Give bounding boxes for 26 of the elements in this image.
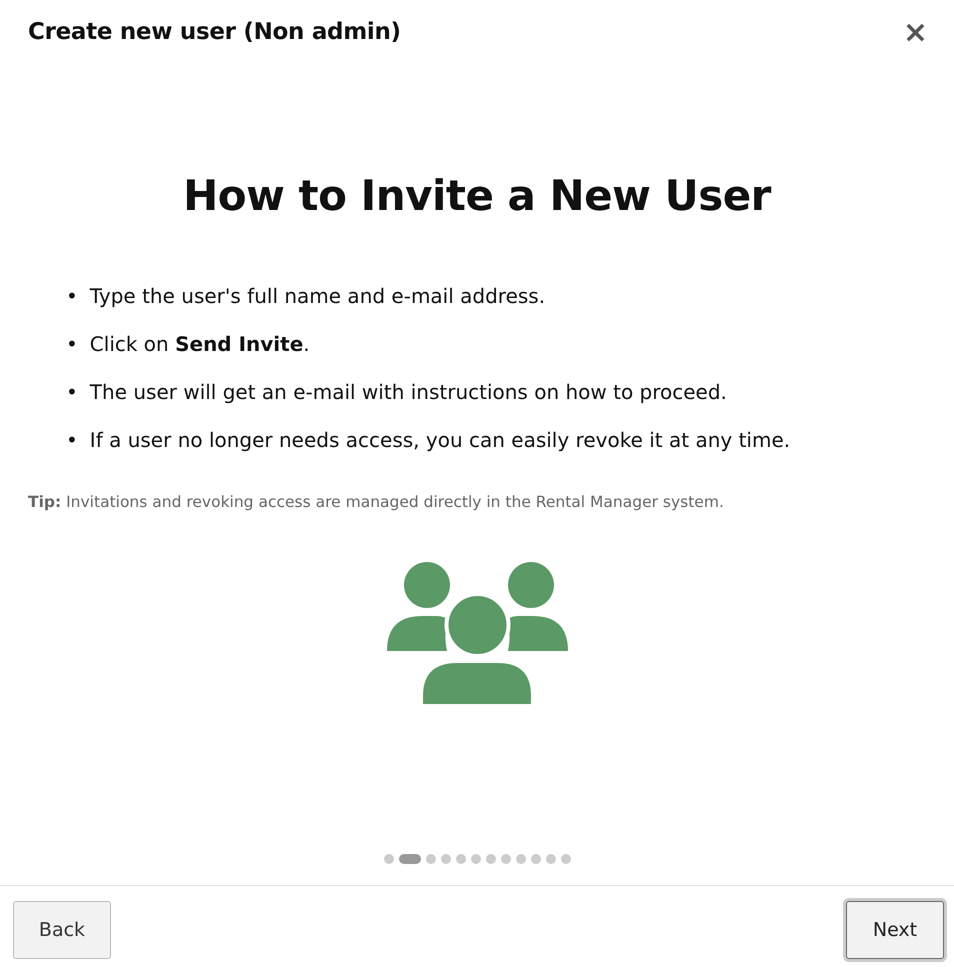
step-text: Type the user's full name and e-mail address. xyxy=(90,283,546,310)
page-dot[interactable] xyxy=(456,854,466,864)
next-button[interactable]: Next xyxy=(846,901,944,959)
page-dot[interactable] xyxy=(530,854,540,864)
back-button[interactable]: Back xyxy=(13,901,111,959)
step-text: Click on Send Invite. xyxy=(90,331,310,358)
bullet: • xyxy=(66,427,78,454)
users-icon xyxy=(386,560,568,706)
tip-text: Tip: Invitations and revoking access are managed directly in the Rental Manager system. xyxy=(27,492,725,514)
heading: How to Invite a New User xyxy=(182,171,772,222)
page-dot[interactable] xyxy=(500,854,510,864)
page-dot[interactable] xyxy=(546,854,556,864)
page-dot[interactable] xyxy=(426,854,436,864)
page-dot[interactable] xyxy=(516,854,526,864)
page-dot[interactable] xyxy=(486,854,496,864)
dialog-title: Create new user (Non admin) xyxy=(28,19,401,47)
bullet: • xyxy=(66,379,78,406)
bullet: • xyxy=(66,331,78,358)
close-button[interactable]: × xyxy=(896,18,934,48)
page-dot[interactable] xyxy=(384,854,394,864)
page-dot[interactable] xyxy=(560,854,570,864)
step-text: The user will get an e-mail with instructions on how to proceed. xyxy=(90,379,727,406)
step-text: If a user no longer needs access, you can easily revoke it at any time. xyxy=(90,427,790,454)
page-dot[interactable] xyxy=(470,854,480,864)
bullet: • xyxy=(66,283,78,310)
page-dot[interactable] xyxy=(440,854,450,864)
